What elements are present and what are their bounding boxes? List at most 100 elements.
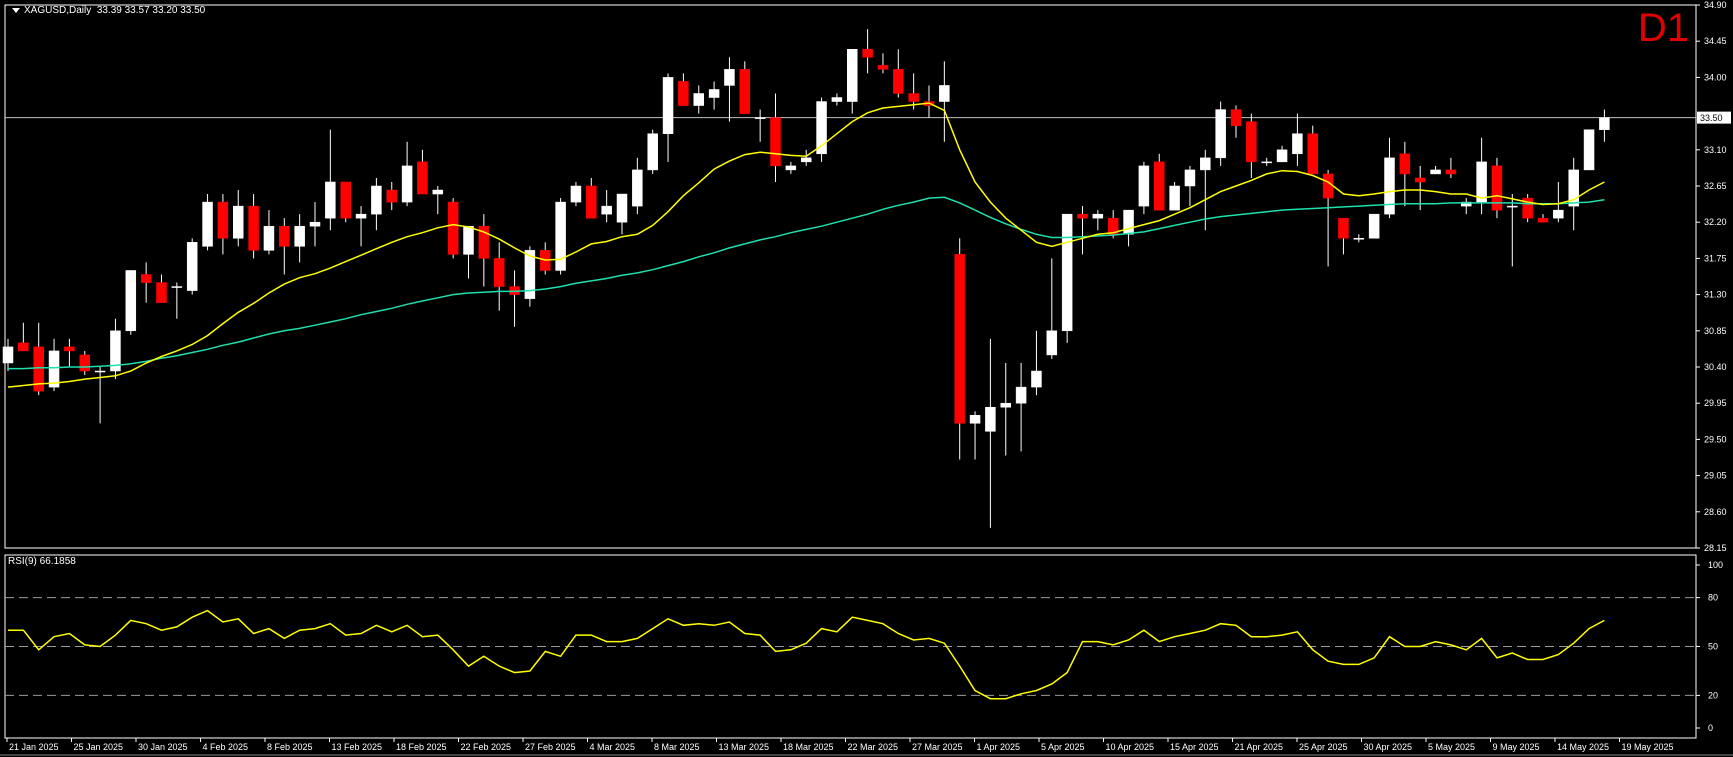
bear-candle	[1307, 133, 1318, 175]
bear-candle	[18, 342, 29, 352]
bull-candle	[1061, 213, 1073, 332]
bull-candle	[693, 93, 704, 106]
ma-slow-line	[8, 196, 1605, 370]
bear-candle	[1414, 177, 1426, 183]
date-tick-label: 27 Mar 2025	[912, 742, 963, 752]
bull-candle	[186, 242, 198, 291]
bear-candle	[417, 161, 428, 195]
bull-candle	[601, 205, 612, 215]
price-tick-label: 29.05	[1704, 471, 1727, 481]
price-tick-label: 28.15	[1704, 543, 1727, 553]
bull-candle	[48, 350, 60, 388]
date-tick-label: 30 Apr 2025	[1364, 742, 1413, 752]
bear-candle	[1445, 169, 1457, 175]
rsi-tick-label: 0	[1708, 723, 1713, 733]
bull-candle	[1384, 157, 1395, 215]
bull-candle	[969, 415, 981, 424]
bull-candle	[1000, 402, 1011, 408]
bull-candle	[1200, 157, 1211, 171]
bear-candle	[140, 274, 152, 283]
price-tick-label: 34.45	[1704, 36, 1727, 46]
bull-candle	[1046, 330, 1058, 356]
ma-fast-line	[7, 102, 1605, 388]
bull-candle	[1169, 185, 1180, 211]
date-tick-label: 13 Feb 2025	[332, 742, 383, 752]
bear-candle	[79, 354, 90, 372]
bull-candle	[616, 193, 628, 223]
current-price-tag-label: 33.50	[1700, 113, 1723, 123]
bull-candle	[785, 165, 797, 171]
bear-candle	[893, 69, 904, 94]
bull-candle	[1261, 161, 1272, 164]
price-tick-label: 34.00	[1704, 72, 1727, 82]
bull-candle	[1507, 205, 1518, 208]
bear-candle	[217, 201, 229, 239]
bear-candle	[1322, 173, 1334, 199]
bull-candle	[724, 69, 735, 86]
bear-candle	[156, 282, 167, 303]
bull-candle	[1553, 209, 1564, 219]
bull-candle	[1184, 169, 1196, 187]
bull-candle	[1138, 165, 1150, 207]
bull-candle	[1353, 238, 1365, 240]
bull-candle	[432, 189, 444, 195]
bull-candle	[125, 270, 137, 332]
price-tick-label: 29.50	[1704, 434, 1727, 444]
bear-candle	[1154, 161, 1165, 211]
bull-candle	[294, 225, 305, 247]
bull-candle	[555, 201, 566, 271]
rsi-line	[8, 609, 1605, 700]
rsi-tick-label: 100	[1708, 560, 1723, 570]
bear-candle	[64, 346, 75, 352]
date-tick-label: 22 Feb 2025	[461, 742, 512, 752]
bear-candle	[447, 201, 459, 255]
bear-candle	[1399, 153, 1411, 175]
bear-candle	[770, 117, 781, 167]
date-tick-label: 4 Feb 2025	[203, 742, 249, 752]
date-tick-label: 18 Feb 2025	[396, 742, 447, 752]
bull-candle	[325, 181, 336, 219]
date-tick-label: 27 Feb 2025	[525, 742, 576, 752]
date-tick-label: 18 Mar 2025	[783, 742, 834, 752]
bull-candle	[831, 97, 843, 102]
date-tick-label: 25 Apr 2025	[1299, 742, 1348, 752]
price-tick-label: 32.20	[1704, 217, 1727, 227]
bear-candle	[386, 189, 397, 203]
bull-candle	[233, 205, 244, 239]
bull-candle	[985, 406, 996, 432]
date-tick-label: 8 Mar 2025	[654, 742, 700, 752]
bull-candle	[800, 157, 812, 163]
bull-candle	[1092, 213, 1104, 219]
price-tick-label: 28.60	[1704, 507, 1727, 517]
date-tick-label: 21 Jan 2025	[9, 742, 59, 752]
date-tick-label: 25 Jan 2025	[74, 742, 124, 752]
bull-candle	[1476, 161, 1487, 203]
price-tick-label: 30.85	[1704, 326, 1727, 336]
bull-candle	[171, 286, 183, 288]
date-tick-label: 21 Apr 2025	[1235, 742, 1284, 752]
date-tick-label: 22 Mar 2025	[848, 742, 899, 752]
bull-candle	[1583, 129, 1595, 171]
candles-layer	[2, 29, 1610, 528]
bull-candle	[463, 225, 474, 255]
bull-candle	[632, 169, 643, 207]
bear-candle	[248, 205, 259, 251]
price-chart[interactable]: 34.90 34.45 34.00 33.10 32.65 32.20 31.75 31.30…	[0, 0, 1733, 757]
bear-candle	[279, 225, 290, 247]
bear-candle	[862, 48, 873, 58]
bear-candle	[739, 69, 751, 114]
bear-candle	[954, 254, 965, 424]
date-tick-label: 5 Apr 2025	[1041, 742, 1085, 752]
bull-candle	[1123, 209, 1134, 235]
bull-candle	[847, 48, 858, 102]
date-tick-label: 9 May 2025	[1493, 742, 1540, 752]
bear-candle	[877, 65, 889, 70]
bear-candle	[1537, 217, 1549, 223]
price-tick-label: 32.65	[1704, 181, 1727, 191]
date-tick-label: 5 May 2025	[1428, 742, 1475, 752]
bull-candle	[401, 165, 413, 203]
date-tick-label: 15 Apr 2025	[1170, 742, 1219, 752]
bull-candle	[1292, 133, 1303, 155]
price-tick-label: 31.30	[1704, 290, 1727, 300]
bull-candle	[1215, 109, 1226, 159]
